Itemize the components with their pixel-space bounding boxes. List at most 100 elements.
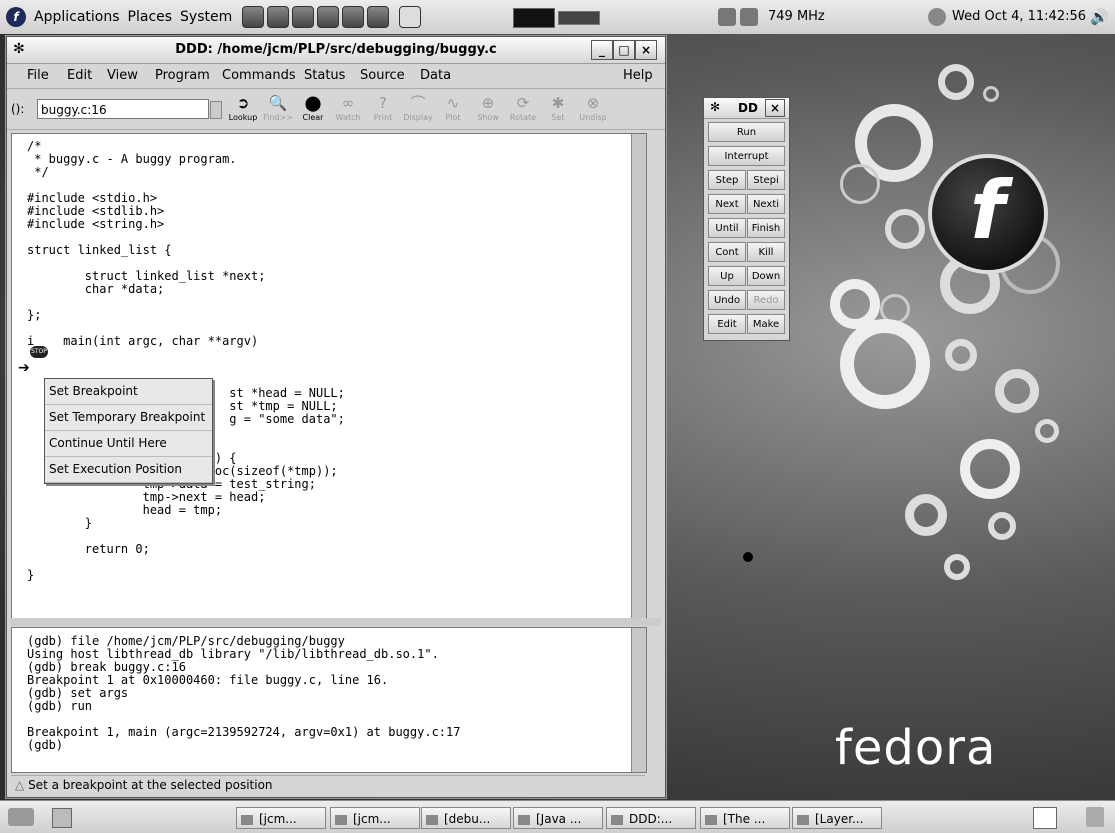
cmd-stepi-button[interactable]: Stepi <box>747 170 785 190</box>
cmd-cont-button[interactable]: Cont <box>708 242 746 262</box>
cmd-kill-button[interactable]: Kill <box>747 242 785 262</box>
watch-icon: ∞ <box>341 94 355 112</box>
cmd-redo-button[interactable]: Redo <box>747 290 785 310</box>
context-menu-item[interactable]: Set Execution Position <box>45 457 212 483</box>
notes-applet-icon[interactable] <box>52 808 72 828</box>
tool-label: Find>> <box>263 113 293 122</box>
office-launcher-icon[interactable] <box>292 6 315 28</box>
menu-help[interactable]: Help <box>623 68 653 83</box>
tool-plot-button[interactable]: ∿ Plot <box>434 93 472 122</box>
update-icon[interactable] <box>928 8 946 26</box>
network2-icon <box>740 8 758 26</box>
tool-lookup-button[interactable]: ➲ Lookup <box>224 93 262 122</box>
close-button[interactable]: × <box>635 40 657 60</box>
system-menu[interactable]: System <box>180 9 232 25</box>
ddd-titlebar[interactable]: ✻ DDD: /home/jcm/PLP/src/debugging/buggy… <box>7 37 665 64</box>
cmd-make-button[interactable]: Make <box>747 314 785 334</box>
cmd-up-button[interactable]: Up <box>708 266 746 286</box>
tool-label: Show <box>477 113 499 122</box>
taskbar-item[interactable]: DDD:... <box>606 807 696 829</box>
volume-icon[interactable]: 🔊 <box>1090 8 1109 26</box>
menu-status[interactable]: Status <box>304 68 345 83</box>
tool-print-button[interactable]: ? Print <box>364 93 402 122</box>
context-menu-item[interactable]: Set Temporary Breakpoint <box>45 405 212 431</box>
tool-watch-button[interactable]: ∞ Watch <box>329 93 367 122</box>
gdb-scrollbar[interactable] <box>631 628 646 772</box>
cmd-until-button[interactable]: Until <box>708 218 746 238</box>
execution-arrow-icon: ➔ <box>18 360 30 376</box>
command-tool-titlebar[interactable]: ✻ DD × <box>704 98 789 119</box>
cmd-undo-button[interactable]: Undo <box>708 290 746 310</box>
impress-launcher-icon[interactable] <box>342 6 365 28</box>
stop-icon: ⬤ <box>304 94 322 112</box>
source-window[interactable]: /* * buggy.c - A buggy program. */ #incl… <box>11 133 647 619</box>
breakpoint-stop-icon[interactable]: STOP <box>30 346 48 358</box>
maximize-button[interactable]: □ <box>613 40 635 60</box>
browser-launcher-icon[interactable] <box>242 6 265 28</box>
notes-launcher-icon[interactable] <box>399 6 422 28</box>
cmd-finish-button[interactable]: Finish <box>747 218 785 238</box>
pane-divider[interactable] <box>11 618 661 626</box>
fedora-menu-icon[interactable]: f <box>6 7 26 27</box>
cmd-interrupt-button[interactable]: Interrupt <box>708 146 785 166</box>
taskbar-item[interactable]: [Java ... <box>513 807 603 829</box>
rotate-icon: ⟳ <box>516 94 530 112</box>
tool-set-button[interactable]: ✱ Set <box>539 93 577 122</box>
taskbar-item[interactable]: [The ... <box>700 807 790 829</box>
menu-edit[interactable]: Edit <box>67 68 92 83</box>
network-icon <box>718 8 736 26</box>
taskbar-item[interactable]: [jcm... <box>330 807 420 829</box>
menu-source[interactable]: Source <box>360 68 405 83</box>
gdb-console[interactable]: (gdb) file /home/jcm/PLP/src/debugging/b… <box>11 627 647 773</box>
argument-field[interactable]: buggy.c:16 <box>37 99 209 119</box>
menu-commands[interactable]: Commands <box>222 68 296 83</box>
tool-show-button[interactable]: ⊕ Show <box>469 93 507 122</box>
taskbar-label: [jcm... <box>353 812 391 826</box>
taskbar-label: [Java ... <box>536 812 582 826</box>
taskbar-item[interactable]: [debu... <box>421 807 511 829</box>
plot-icon: ∿ <box>446 94 460 112</box>
fedora-wordmark: fedora <box>835 720 997 776</box>
context-menu: Set Breakpoint Set Temporary Breakpoint Co… <box>44 378 213 484</box>
menu-program[interactable]: Program <box>155 68 210 83</box>
cmd-next-button[interactable]: Next <box>708 194 746 214</box>
menu-file[interactable]: File <box>27 68 49 83</box>
mail-launcher-icon[interactable] <box>267 6 290 28</box>
menu-data[interactable]: Data <box>420 68 451 83</box>
trash-icon[interactable] <box>1086 807 1104 827</box>
taskbar-item[interactable]: [Layer... <box>792 807 882 829</box>
tool-label: Lookup <box>228 113 258 122</box>
camera-launcher-icon[interactable] <box>367 6 390 28</box>
taskbar-item[interactable]: [jcm... <box>236 807 326 829</box>
taskbar-label: [The ... <box>723 812 766 826</box>
tool-rotate-button[interactable]: ⟳ Rotate <box>504 93 542 122</box>
tool-undisp-button[interactable]: ⊗ Undisp <box>574 93 612 122</box>
menu-view[interactable]: View <box>107 68 138 83</box>
places-menu[interactable]: Places <box>128 9 173 25</box>
tool-find-button[interactable]: 🔍 Find>> <box>259 93 297 122</box>
arg-history-dropdown[interactable] <box>210 101 222 119</box>
clock[interactable]: Wed Oct 4, 11:42:56 <box>952 9 1086 24</box>
cmd-down-button[interactable]: Down <box>747 266 785 286</box>
fedora-logo: f <box>928 154 1048 274</box>
gdb-output: (gdb) file /home/jcm/PLP/src/debugging/b… <box>27 634 461 752</box>
desktop-dot <box>743 552 753 562</box>
applications-menu[interactable]: Applications <box>34 9 120 25</box>
tool-clear-button[interactable]: ⬤ Clear <box>294 93 332 122</box>
arg-label: (): <box>11 102 25 116</box>
terminal-icon <box>241 814 253 825</box>
tool-display-button[interactable]: ⌒ Display <box>399 93 437 122</box>
writer-launcher-icon[interactable] <box>317 6 340 28</box>
cmd-run-button[interactable]: Run <box>708 122 785 142</box>
context-menu-item[interactable]: Set Breakpoint <box>45 379 212 405</box>
taskbar-label: [jcm... <box>259 812 297 826</box>
context-menu-item[interactable]: Continue Until Here <box>45 431 212 457</box>
cmd-edit-button[interactable]: Edit <box>708 314 746 334</box>
command-tool-close-button[interactable]: × <box>765 99 785 117</box>
workspace-switcher[interactable] <box>1033 807 1057 829</box>
show-desktop-icon[interactable] <box>8 808 34 826</box>
cmd-step-button[interactable]: Step <box>708 170 746 190</box>
source-scrollbar[interactable] <box>631 134 646 618</box>
minimize-button[interactable]: _ <box>591 40 613 60</box>
cmd-nexti-button[interactable]: Nexti <box>747 194 785 214</box>
